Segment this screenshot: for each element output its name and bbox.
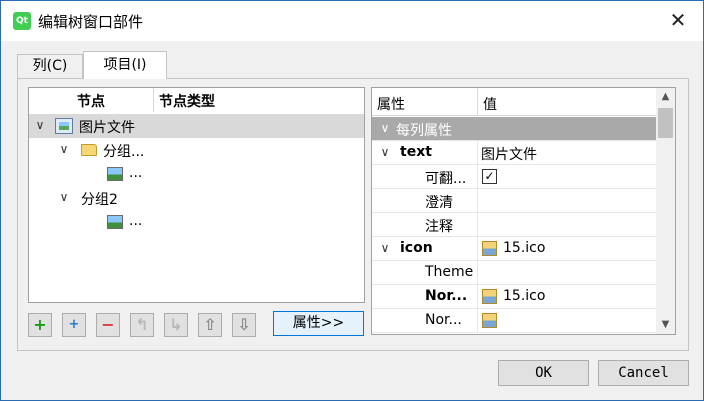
tree-column-node[interactable]: 节点 <box>77 91 105 111</box>
property-name: text <box>400 144 432 160</box>
chevron-down-icon[interactable]: ∨ <box>378 145 392 159</box>
move-item-up-button[interactable]: ⇧ <box>198 313 222 337</box>
item-tree[interactable]: 节点 节点类型 ∨ 图片文件 ∨ 分组... ... ∨ 分组2 ... <box>28 87 365 303</box>
window-title: 编辑树窗口部件 <box>38 13 144 31</box>
tree-item-label: ... <box>129 213 143 229</box>
properties-toggle-button[interactable]: 属性>> <box>273 311 364 336</box>
property-row[interactable]: Theme <box>372 261 656 285</box>
column-divider <box>477 309 478 333</box>
close-button[interactable]: ✕ <box>663 5 693 35</box>
tree-column-node-type[interactable]: 节点类型 <box>159 91 215 111</box>
tree-row[interactable]: ∨ 图片文件 <box>29 114 364 138</box>
edit-tree-widget-dialog: Qt 编辑树窗口部件 ✕ 列(C) 项目(I) 节点 节点类型 ∨ 图片文件 ∨… <box>0 0 704 401</box>
property-row[interactable]: Nor... 15.ico <box>372 285 656 309</box>
qt-app-icon: Qt <box>13 12 31 30</box>
property-name: Nor... <box>425 288 468 304</box>
property-column-header[interactable]: 属性 <box>377 94 405 114</box>
ok-button[interactable]: OK <box>498 360 589 386</box>
property-name: 注释 <box>425 219 453 235</box>
checkbox[interactable]: ✓ <box>482 169 497 184</box>
remove-item-button[interactable]: − <box>96 313 120 337</box>
scrollbar-thumb[interactable] <box>658 108 673 138</box>
tab-columns[interactable]: 列(C) <box>17 54 83 78</box>
property-name: 每列属性 <box>396 123 452 139</box>
property-row[interactable]: ∨ icon 15.ico <box>372 237 656 261</box>
property-group-row[interactable]: ∨ 每列属性 <box>372 117 656 141</box>
tree-header: 节点 节点类型 <box>29 88 364 112</box>
tree-item-label: 分组2 <box>81 192 118 208</box>
tree-row[interactable]: ∨ 分组... <box>29 138 364 162</box>
property-name: 可翻... <box>425 171 467 187</box>
scroll-up-icon[interactable]: ▲ <box>656 88 675 106</box>
property-name: 澄清 <box>425 195 453 211</box>
tree-row[interactable]: ∨ 分组2 <box>29 186 364 210</box>
image-icon <box>107 215 123 229</box>
move-item-left-button[interactable]: ↰ <box>130 313 154 337</box>
header-divider <box>477 88 478 116</box>
value-column-header[interactable]: 值 <box>483 94 497 114</box>
tree-row[interactable]: ... <box>29 210 364 234</box>
column-divider <box>477 237 478 261</box>
chevron-down-icon[interactable]: ∨ <box>57 190 71 204</box>
property-row[interactable]: Nor... <box>372 309 656 333</box>
add-item-button[interactable]: + <box>28 313 52 337</box>
property-name: Theme <box>425 264 474 280</box>
chevron-down-icon[interactable]: ∨ <box>378 121 392 135</box>
column-divider <box>477 165 478 189</box>
move-item-right-button[interactable]: ↳ <box>164 313 188 337</box>
property-value[interactable]: 15.ico <box>503 288 545 304</box>
tree-item-label: 分组... <box>103 144 145 160</box>
tab-items[interactable]: 项目(I) <box>83 51 167 79</box>
property-row[interactable]: 可翻... ✓ <box>372 165 656 189</box>
property-header: 属性 值 <box>372 88 656 116</box>
add-subitem-button[interactable]: + <box>62 313 86 337</box>
folder-icon <box>81 144 97 156</box>
tree-item-label: 图片文件 <box>79 120 135 136</box>
property-row[interactable]: ∨ text 图片文件 <box>372 141 656 165</box>
header-divider <box>153 88 154 112</box>
ico-file-icon <box>482 313 497 328</box>
ico-file-icon <box>482 289 497 304</box>
column-divider <box>477 213 478 237</box>
property-value[interactable]: 图片文件 <box>481 144 537 164</box>
column-divider <box>477 189 478 213</box>
chevron-down-icon[interactable]: ∨ <box>57 142 71 156</box>
property-name: Nor... <box>425 312 462 328</box>
column-divider <box>477 285 478 309</box>
ico-file-icon <box>482 241 497 256</box>
property-editor[interactable]: 属性 值 ∨ 每列属性 ∨ text 图片文件 可翻... ✓ 澄清 注释 ∨ … <box>371 87 676 335</box>
property-row[interactable]: 注释 <box>372 213 656 237</box>
property-value[interactable]: 15.ico <box>503 240 545 256</box>
image-icon <box>107 167 123 181</box>
title-bar: Qt 编辑树窗口部件 ✕ <box>1 1 703 41</box>
column-divider <box>477 141 478 165</box>
tree-row[interactable]: ... <box>29 162 364 186</box>
chevron-down-icon[interactable]: ∨ <box>378 241 392 255</box>
tree-item-label: ... <box>129 165 143 181</box>
vertical-scrollbar[interactable]: ▲ ▼ <box>656 88 675 334</box>
column-divider <box>477 261 478 285</box>
scroll-down-icon[interactable]: ▼ <box>656 316 675 334</box>
move-item-down-button[interactable]: ⇩ <box>232 313 256 337</box>
chevron-down-icon[interactable]: ∨ <box>33 118 47 132</box>
cancel-button[interactable]: Cancel <box>598 360 689 386</box>
property-name: icon <box>400 240 433 256</box>
image-file-icon <box>55 118 73 134</box>
property-row[interactable]: 澄清 <box>372 189 656 213</box>
